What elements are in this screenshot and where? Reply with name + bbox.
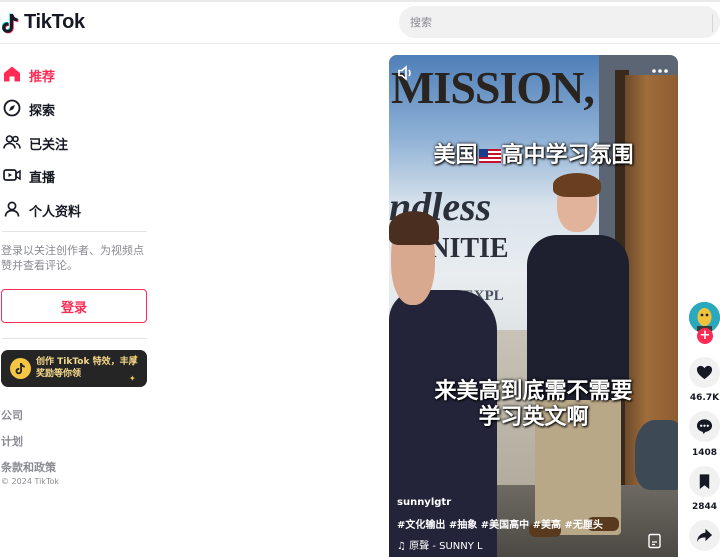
video-music[interactable]: ♫ 原聲 - SUNNY L <box>397 537 483 552</box>
video-scene <box>553 173 601 197</box>
video-caption-line2: 学习英文啊 <box>478 405 589 430</box>
effect-creator-banner[interactable]: 创作 TikTok 特效，丰厚奖励等你领 ✦ ✦ <box>1 350 147 387</box>
footer-program-link[interactable]: 计划 <box>1 433 23 449</box>
comment-button[interactable] <box>689 411 720 442</box>
search-input[interactable] <box>399 6 720 38</box>
live-video-icon <box>3 169 21 181</box>
share-button[interactable] <box>689 520 720 551</box>
login-button[interactable]: 登录 <box>1 289 147 323</box>
sidebar-item-live[interactable]: 直播 <box>0 160 150 190</box>
sidebar-item-label: 个人资料 <box>29 205 82 220</box>
poster-word: MISSION, <box>391 62 595 113</box>
person-icon <box>4 201 20 217</box>
comment-count: 1408 <box>691 448 718 458</box>
caption-text: 美国 <box>433 143 478 168</box>
tiktok-logo[interactable]: TikTok <box>2 11 85 34</box>
search-divider <box>712 14 713 32</box>
sidebar-item-label: 探索 <box>29 104 56 119</box>
follow-plus-button[interactable]: + <box>697 328 713 344</box>
comment-icon <box>696 419 713 435</box>
sidebar-item-for-you[interactable]: 推荐 <box>0 59 150 89</box>
heart-icon <box>696 365 713 380</box>
captions-icon[interactable] <box>647 533 663 549</box>
video-caption-top: 美国 高中学习氛围 <box>389 137 678 169</box>
bookmark-icon <box>699 474 710 490</box>
sidebar-item-label: 推荐 <box>29 70 56 85</box>
share-icon <box>696 528 713 543</box>
compass-icon <box>3 99 21 117</box>
video-author[interactable]: sunnylgtr <box>397 497 451 508</box>
save-count: 2844 <box>691 502 718 512</box>
copyright-text: © 2024 TikTok <box>1 477 59 486</box>
video-hashtags[interactable]: #文化输出 #抽象 #美国高中 #美高 #无厘头 <box>397 516 603 531</box>
tiktok-note-icon <box>2 12 19 33</box>
footer-terms-link[interactable]: 条款和政策 <box>1 459 56 475</box>
footer-company-link[interactable]: 公司 <box>1 407 23 423</box>
banner-text: 创作 TikTok 特效，丰厚奖励等你领 <box>36 357 138 379</box>
like-button[interactable] <box>689 357 720 388</box>
sidebar-item-explore[interactable]: 探索 <box>0 93 150 123</box>
more-options-icon[interactable] <box>651 65 669 77</box>
divider <box>2 231 147 232</box>
caption-text: 高中学习氛围 <box>501 143 634 168</box>
us-flag-icon <box>478 149 501 163</box>
tiktok-coin-icon <box>10 358 31 379</box>
sidebar: 推荐 探索 已关注 直播 个人资料 登录以关注创作者、为视频点赞并查看评论。 登… <box>0 44 160 557</box>
like-count: 46.7K <box>689 393 720 403</box>
music-label: 原聲 - SUNNY L <box>409 541 483 552</box>
sparkle-icon: ✦ <box>129 374 136 383</box>
sidebar-item-following[interactable]: 已关注 <box>0 127 150 157</box>
save-button[interactable] <box>689 466 720 497</box>
top-header: TikTok <box>0 2 720 44</box>
volume-icon[interactable] <box>397 65 415 81</box>
music-note-icon: ♫ <box>397 541 406 552</box>
users-icon <box>3 135 21 149</box>
sidebar-item-label: 直播 <box>29 171 56 186</box>
video-scene <box>389 211 439 245</box>
sidebar-item-profile[interactable]: 个人资料 <box>0 194 150 224</box>
login-hint-text: 登录以关注创作者、为视频点赞并查看评论。 <box>1 244 144 272</box>
sparkle-icon: ✦ <box>132 353 139 362</box>
logo-text: TikTok <box>24 11 85 33</box>
home-icon <box>4 66 20 82</box>
divider <box>2 338 147 339</box>
sidebar-item-label: 已关注 <box>29 138 69 153</box>
video-player[interactable]: MISSION, ndless UNITIE RG/EXPL 美国 高中学习氛围… <box>389 55 678 557</box>
